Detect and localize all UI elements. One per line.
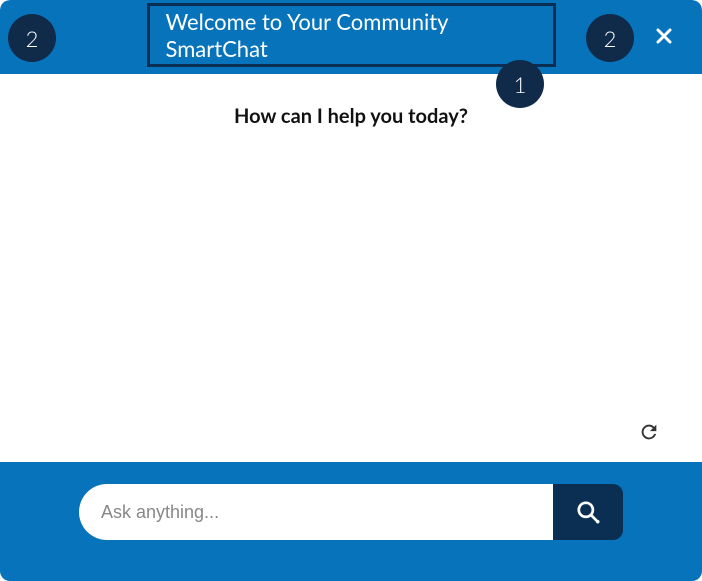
close-button[interactable]	[654, 27, 674, 47]
annotation-marker-left-label: 2	[26, 25, 39, 52]
annotation-marker-title: 1	[496, 60, 544, 108]
greeting-text: How can I help you today?	[0, 104, 702, 128]
refresh-icon	[638, 421, 660, 443]
chat-window: 2 2 1 Welcome to Your Community SmartCha…	[0, 0, 702, 581]
chat-title: Welcome to Your Community SmartChat	[166, 8, 537, 62]
search-icon	[575, 499, 601, 525]
annotation-marker-right: 2	[586, 14, 634, 62]
search-button[interactable]	[553, 484, 623, 540]
chat-footer	[0, 462, 702, 581]
chat-title-box: Welcome to Your Community SmartChat	[147, 3, 556, 67]
close-icon	[656, 28, 672, 44]
refresh-button[interactable]	[634, 417, 664, 450]
chat-content: How can I help you today?	[0, 74, 702, 462]
annotation-marker-right-label: 2	[604, 25, 617, 52]
input-group	[79, 484, 623, 540]
annotation-marker-title-label: 1	[514, 71, 527, 98]
search-input[interactable]	[79, 484, 553, 540]
annotation-marker-left: 2	[8, 14, 56, 62]
